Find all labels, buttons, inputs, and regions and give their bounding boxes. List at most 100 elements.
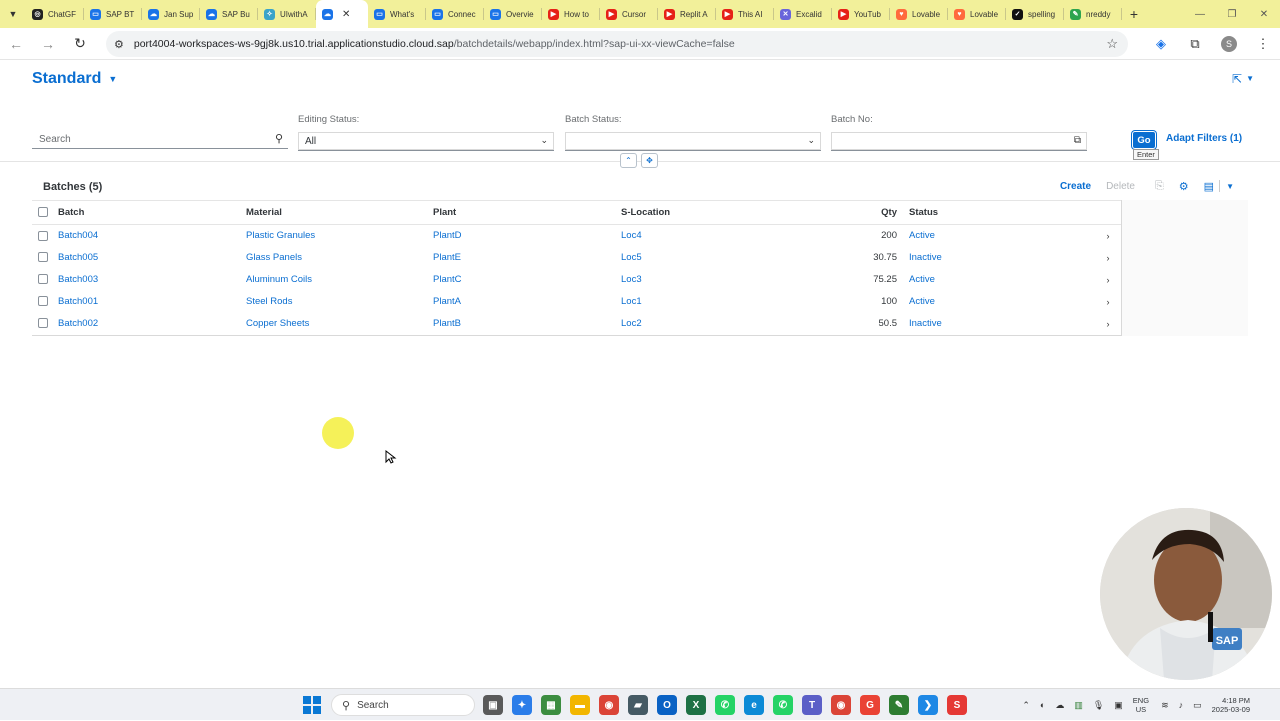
chevron-down-icon[interactable]: ⌄ xyxy=(807,135,815,146)
batch-no-input[interactable]: ⧉ xyxy=(831,132,1087,151)
chevron-right-icon[interactable]: › xyxy=(1091,225,1121,247)
taskbar-vscode-icon[interactable]: ❯ xyxy=(918,695,938,715)
language-indicator[interactable]: ENG US xyxy=(1133,696,1149,714)
taskbar-chrome-active-icon[interactable]: ◉ xyxy=(831,695,851,715)
column-header-status[interactable]: Status xyxy=(905,200,1091,225)
taskbar-sap-app-icon[interactable]: S xyxy=(947,695,967,715)
browser-tab[interactable]: ▶ How to xyxy=(542,0,600,28)
value-help-icon[interactable]: ⧉ xyxy=(1074,135,1081,146)
chevron-down-icon[interactable]: ▼ xyxy=(108,74,117,84)
table-row[interactable]: Batch002 Copper Sheets PlantB Loc2 50.5 Inact… xyxy=(32,313,1121,335)
clock[interactable]: 4:18 PM 2025-03-09 xyxy=(1212,696,1250,714)
profile-avatar[interactable]: S xyxy=(1221,36,1237,52)
pin-header-icon[interactable]: ✥ xyxy=(641,153,658,168)
create-button[interactable]: Create xyxy=(1060,181,1091,192)
collapse-header-icon[interactable]: ⌃ xyxy=(620,153,637,168)
restore-icon[interactable]: ❐ xyxy=(1216,0,1248,28)
browser-tab[interactable]: ▶ Cursor xyxy=(600,0,658,28)
microphone-icon[interactable]: 🎙 xyxy=(1093,700,1104,711)
reload-button[interactable]: ↻ xyxy=(64,28,96,60)
tray-overflow-chevron-icon[interactable]: ⌃ xyxy=(1022,700,1030,711)
browser-tab[interactable]: ▭ Overvie xyxy=(484,0,542,28)
volume-icon[interactable]: ♪ xyxy=(1179,700,1184,710)
browser-tab[interactable]: ✧ UIwithA xyxy=(258,0,316,28)
extension-shield-icon[interactable]: ◈ xyxy=(1144,36,1178,52)
tray-app-icon[interactable]: ◐ xyxy=(1040,700,1045,710)
browser-tab[interactable]: ✓ spelling xyxy=(1006,0,1064,28)
table-row[interactable]: Batch003 Aluminum Coils PlantC Loc3 75.25 Act… xyxy=(32,269,1121,291)
copy-icon[interactable]: ⎘ xyxy=(1155,180,1164,193)
table-row[interactable]: Batch004 Plastic Granules PlantD Loc4 200 Act… xyxy=(32,225,1121,247)
browser-tab[interactable]: ◎ ChatGF xyxy=(26,0,84,28)
windows-start-icon[interactable] xyxy=(303,696,321,714)
go-button[interactable]: Go xyxy=(1133,132,1155,148)
browser-tab[interactable]: ▶ Replit A xyxy=(658,0,716,28)
tray-app-3-icon[interactable]: ▣ xyxy=(1114,700,1123,711)
adapt-filters-button[interactable]: Adapt Filters (1) xyxy=(1166,133,1242,144)
wifi-icon[interactable]: ≋ xyxy=(1161,700,1169,711)
browser-tab[interactable]: ☁ Jan Sup xyxy=(142,0,200,28)
column-header-material[interactable]: Material xyxy=(242,200,429,225)
batch-status-select[interactable]: ⌄ xyxy=(565,132,821,151)
taskbar-chrome-icon[interactable]: ◉ xyxy=(599,695,619,715)
close-tab-icon[interactable]: ✕ xyxy=(342,9,350,20)
taskbar-teams-icon[interactable]: T xyxy=(802,695,822,715)
tab-search-chevron-icon[interactable]: ▼ xyxy=(0,0,26,28)
browser-tab[interactable]: ☁ SAP Bu xyxy=(200,0,258,28)
browser-tab[interactable]: ▶ YouTub xyxy=(832,0,890,28)
browser-tab[interactable]: ♥ Lovable xyxy=(948,0,1006,28)
row-checkbox[interactable] xyxy=(38,296,48,307)
variant-management[interactable]: Standard ▼ xyxy=(32,70,117,88)
back-button[interactable]: ← xyxy=(0,28,32,60)
taskbar-copilot-icon[interactable]: ✦ xyxy=(512,695,532,715)
taskbar-outlook-icon[interactable]: O xyxy=(657,695,677,715)
column-header-plant[interactable]: Plant xyxy=(429,200,617,225)
onedrive-cloud-icon[interactable]: ☁ xyxy=(1055,700,1064,711)
column-header-qty[interactable]: Qty xyxy=(804,200,905,225)
row-checkbox[interactable] xyxy=(38,230,48,241)
browser-tab[interactable]: ▭ Connec xyxy=(426,0,484,28)
export-chevron-icon[interactable]: ▼ xyxy=(1226,182,1234,191)
chevron-right-icon[interactable]: › xyxy=(1091,291,1121,313)
chevron-right-icon[interactable]: › xyxy=(1091,247,1121,269)
site-info-icon[interactable]: ⚙ xyxy=(114,38,124,51)
editing-status-select[interactable]: All ⌄ xyxy=(298,132,554,151)
search-field[interactable]: Search ⚲ xyxy=(32,130,288,149)
taskbar-excel-icon[interactable]: X xyxy=(686,695,706,715)
table-settings-gear-icon[interactable]: ⚙ xyxy=(1179,180,1189,193)
chevron-right-icon[interactable]: › xyxy=(1091,269,1121,291)
share-icon[interactable]: ⇱ xyxy=(1232,72,1242,86)
taskbar-gmail-icon[interactable]: G xyxy=(860,695,880,715)
taskbar-teams-green-icon[interactable]: ▰ xyxy=(628,695,648,715)
delete-button[interactable]: Delete xyxy=(1106,181,1135,192)
taskbar-edge-icon[interactable]: e xyxy=(744,695,764,715)
taskbar-file-explorer-icon[interactable]: ▬ xyxy=(570,695,590,715)
taskbar-calculator-icon[interactable]: ▦ xyxy=(541,695,561,715)
chevron-right-icon[interactable]: › xyxy=(1091,313,1121,335)
browser-tab[interactable]: ✎ nreddy xyxy=(1064,0,1122,28)
browser-menu-icon[interactable]: ⋮ xyxy=(1246,36,1280,52)
browser-tab[interactable]: ✕ Excalid xyxy=(774,0,832,28)
taskbar-notepad-icon[interactable]: ✎ xyxy=(889,695,909,715)
share-chevron-icon[interactable]: ▼ xyxy=(1246,74,1254,83)
row-checkbox[interactable] xyxy=(38,318,48,329)
table-row[interactable]: Batch001 Steel Rods PlantA Loc1 100 Active › xyxy=(32,291,1121,313)
taskbar-task-view-icon[interactable]: ▣ xyxy=(483,695,503,715)
browser-tab-active[interactable]: ☁ ✕ xyxy=(316,0,368,28)
browser-tab[interactable]: ▭ SAP BT xyxy=(84,0,142,28)
table-row[interactable]: Batch005 Glass Panels PlantE Loc5 30.75 Inact… xyxy=(32,247,1121,269)
bookmark-star-icon[interactable]: ☆ xyxy=(1106,36,1118,52)
export-icon[interactable]: ▤ xyxy=(1204,180,1214,193)
row-checkbox[interactable] xyxy=(38,252,48,263)
close-window-icon[interactable]: ✕ xyxy=(1248,0,1280,28)
browser-tab[interactable]: ▭ What's xyxy=(368,0,426,28)
row-checkbox[interactable] xyxy=(38,274,48,285)
taskbar-whatsapp-icon[interactable]: ✆ xyxy=(715,695,735,715)
search-icon[interactable]: ⚲ xyxy=(275,132,283,145)
new-tab-button[interactable]: + xyxy=(1122,6,1146,22)
browser-tab[interactable]: ♥ Lovable xyxy=(890,0,948,28)
tray-app-2-icon[interactable]: ▥ xyxy=(1074,700,1083,711)
taskbar-whatsapp-2-icon[interactable]: ✆ xyxy=(773,695,793,715)
taskbar-search-box[interactable]: ⚲ Search xyxy=(331,694,475,716)
minimize-icon[interactable]: — xyxy=(1184,0,1216,28)
